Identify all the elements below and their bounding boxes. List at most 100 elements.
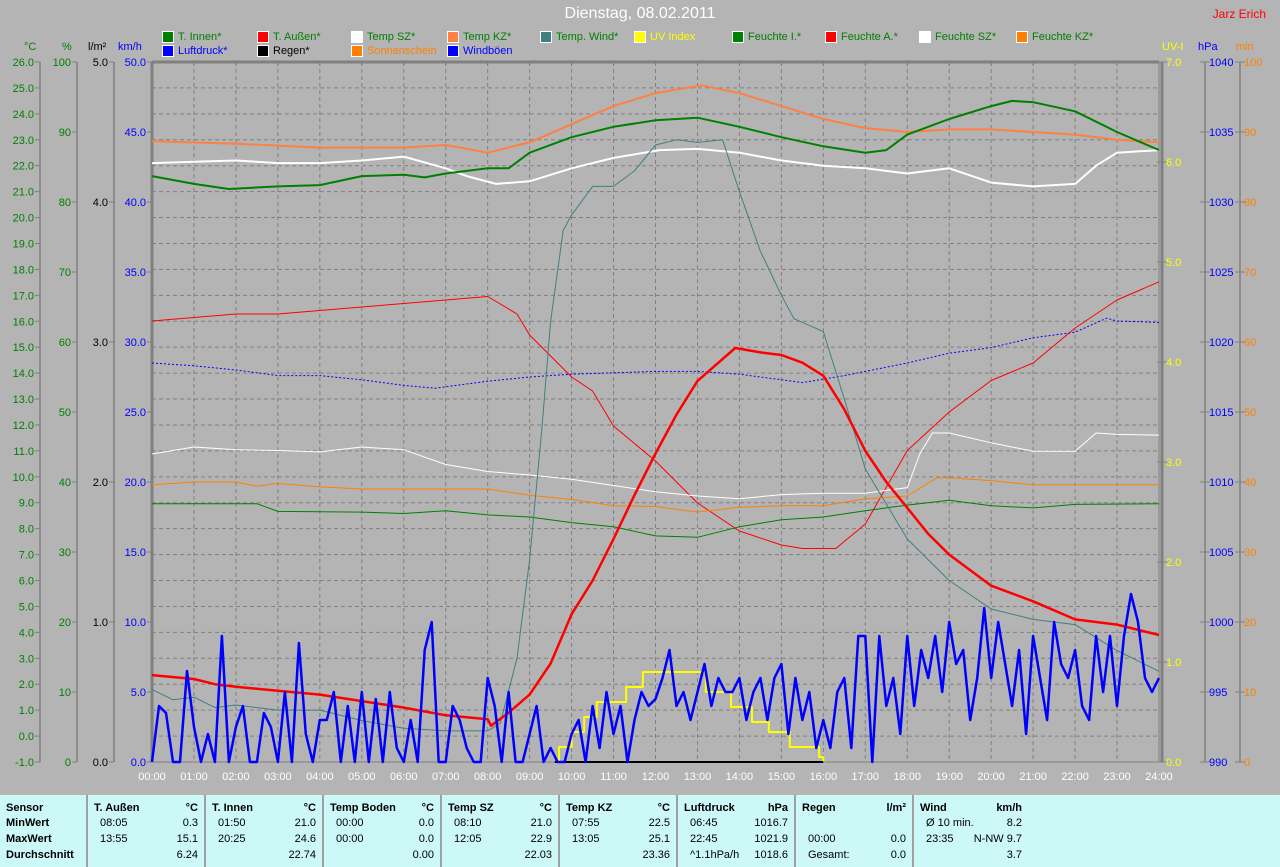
legend-item: Feuchte KZ*: [1016, 31, 1093, 43]
author-label: Jarz Erich: [1212, 7, 1266, 21]
x-tick-label: 16:00: [810, 771, 838, 783]
summary-column: Temp SZ °C 08:10 21.0 12:05 22.9 22.03: [442, 795, 560, 867]
summary-row: 12:05 22.9: [448, 833, 552, 849]
legend-label: Windböen: [463, 45, 513, 57]
summary-cell-avg: 0.0: [890, 849, 906, 861]
summary-cell-avg_label: ^1.1hPa/h: [690, 849, 740, 861]
axis-tick-label-sun: 60: [1244, 337, 1256, 349]
summary-cell-max_val: 15.1: [176, 833, 198, 845]
summary-cell-max_time: 13:05: [572, 833, 600, 845]
axis-tick-label-temp: 14.0: [13, 368, 34, 380]
legend-label: UV Index: [650, 31, 696, 43]
legend-swatch: [447, 45, 459, 57]
axis-tick-label-sun: 80: [1244, 197, 1256, 209]
axis-unit-press: hPa: [1198, 41, 1218, 53]
axis-tick-label-temp: 3.0: [19, 653, 34, 665]
axis-tick-label-press: 1000: [1209, 617, 1233, 629]
axis-tick-label-press: 1035: [1209, 127, 1233, 139]
summary-cell-max_time: 00:00: [336, 833, 364, 845]
legend-swatch: [732, 31, 744, 43]
legend-swatch: [447, 31, 459, 43]
axis-tick-label-hum: 100: [53, 57, 71, 69]
summary-row: Regen l/m²: [802, 802, 906, 818]
axis-tick-label-temp: 22.0: [13, 161, 34, 173]
axis-tick-label-temp: 16.0: [13, 316, 34, 328]
summary-cell-header: Luftdruck: [684, 802, 735, 814]
summary-cell-unit: °C: [421, 802, 434, 814]
axis-tick-label-rain: 0.0: [93, 757, 108, 769]
summary-cell-min_time: 06:45: [690, 817, 718, 829]
axis-tick-label-uv: 1.0: [1166, 657, 1181, 669]
x-tick-label: 07:00: [432, 771, 460, 783]
summary-row: Temp SZ °C: [448, 802, 552, 818]
summary-row: 08:05 0.3: [94, 817, 198, 833]
legend-swatch: [351, 31, 363, 43]
row-label: MinWert: [6, 817, 80, 833]
legend-swatch: [162, 31, 174, 43]
legend-item: Temp SZ*: [351, 31, 415, 43]
summary-cell-max_time: 23:35: [926, 833, 954, 845]
summary-cell-max_val: 25.1: [648, 833, 670, 845]
axis-tick-label-temp: -1.0: [15, 757, 34, 769]
axis-tick-label-uv: 0.0: [1166, 757, 1181, 769]
summary-cell-unit: °C: [185, 802, 198, 814]
axis-tick-label-temp: 9.0: [19, 498, 34, 510]
axis-tick-label-wind: 40.0: [125, 197, 146, 209]
axis-unit-uv: UV-I: [1162, 41, 1183, 53]
axis-tick-label-wind: 10.0: [125, 617, 146, 629]
axis-tick-label-temp: 15.0: [13, 342, 34, 354]
legend-label: T. Außen*: [273, 31, 321, 43]
summary-cell-min_val: 0.3: [182, 817, 198, 829]
x-tick-label: 01:00: [180, 771, 208, 783]
axis-tick-label-press: 1015: [1209, 407, 1233, 419]
summary-cell-min_time: 00:00: [336, 817, 364, 829]
summary-cell-max_time: 12:05: [454, 833, 482, 845]
summary-row: 23.36: [566, 849, 670, 865]
summary-row: Wind km/h: [920, 802, 1022, 818]
legend-label: Temp. Wind*: [556, 31, 619, 43]
chart-title: Dienstag, 08.02.2011: [564, 5, 716, 22]
summary-cell-unit: km/h: [996, 802, 1022, 814]
axis-tick-label-press: 1030: [1209, 197, 1233, 209]
axis-unit-wind: km/h: [118, 41, 142, 53]
x-tick-label: 15:00: [768, 771, 796, 783]
axis-tick-label-temp: 11.0: [13, 446, 34, 458]
summary-row: [802, 817, 906, 833]
summary-cell-unit: °C: [657, 802, 670, 814]
summary-row: 07:55 22.5: [566, 817, 670, 833]
axis-tick-label-temp: 24.0: [13, 109, 34, 121]
legend-swatch: [162, 45, 174, 57]
summary-cell-min_time: 08:10: [454, 817, 482, 829]
summary-cell-avg: 23.36: [642, 849, 670, 861]
summary-row: 00:00 0.0: [330, 817, 434, 833]
summary-column: T. Außen °C 08:05 0.3 13:55 15.1 6.24: [88, 795, 206, 867]
legend-item: T. Außen*: [257, 31, 321, 43]
legend-item: Windböen: [447, 45, 513, 57]
summary-cell-avg: 0.00: [412, 849, 434, 861]
summary-table: Sensor MinWert MaxWert Durchschnitt T. Außen…: [0, 795, 1280, 867]
axis-unit-hum: %: [62, 41, 72, 53]
summary-cell-header: Wind: [920, 802, 947, 814]
axis-tick-label-rain: 2.0: [93, 477, 108, 489]
summary-row: 6.24: [94, 849, 198, 865]
row-label-text: Sensor: [6, 802, 44, 814]
summary-cell-max_time: 20:25: [218, 833, 246, 845]
x-tick-label: 05:00: [348, 771, 376, 783]
summary-cell-avg: 22.74: [288, 849, 316, 861]
summary-cell-min_val: 0.0: [418, 817, 434, 829]
legend-label: Luftdruck*: [178, 45, 228, 57]
axis-tick-label-wind: 20.0: [125, 477, 146, 489]
legend-item: UV Index: [634, 31, 695, 43]
axis-tick-label-press: 1040: [1209, 57, 1233, 69]
x-tick-label: 18:00: [893, 771, 921, 783]
summary-cell-avg: 3.7: [1006, 849, 1022, 861]
summary-cell-header: Temp Boden: [330, 802, 396, 814]
summary-row: 00:00 0.0: [330, 833, 434, 849]
summary-cell-min_time: 01:50: [218, 817, 246, 829]
axis-tick-label-hum: 0: [65, 757, 71, 769]
legend-label: Temp SZ*: [367, 31, 416, 43]
summary-column: Luftdruck hPa 06:45 1016.7 22:45 1021.9 ^1.1hP…: [678, 795, 796, 867]
axis-tick-label-temp: 12.0: [13, 420, 34, 432]
weather-chart-window: 00:00 01:00 02:00 03:00 04:00 05:00 06:00 07:00…: [0, 0, 1280, 867]
axis-tick-label-rain: 4.0: [93, 197, 108, 209]
